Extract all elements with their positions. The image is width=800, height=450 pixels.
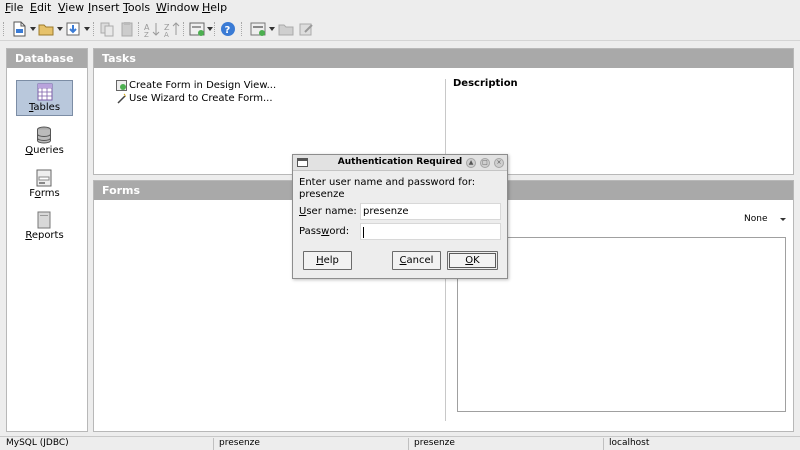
password-field[interactable]	[360, 223, 501, 240]
status-database: presenze	[213, 437, 260, 450]
status-connection-type: MySQL (JDBC)	[0, 437, 69, 450]
description-title: Description	[453, 78, 518, 89]
ok-button[interactable]: OK	[447, 251, 498, 270]
status-user: presenze	[408, 437, 455, 450]
minimize-icon[interactable]: ▲	[466, 158, 476, 168]
new-dropdown-arrow[interactable]	[30, 27, 36, 31]
menu-help[interactable]: Help	[202, 1, 227, 15]
menu-tools[interactable]: Tools	[123, 1, 150, 15]
toolbar: AZ ZA ?	[0, 17, 800, 41]
dialog-prompt: Enter user name and password for: presen…	[299, 177, 499, 201]
toolbar-separator	[93, 22, 95, 36]
open-folder-icon[interactable]	[37, 20, 55, 38]
save-dropdown-arrow[interactable]	[84, 27, 90, 31]
report-dropdown-arrow[interactable]	[269, 27, 275, 31]
cancel-button[interactable]: Cancel	[392, 251, 441, 270]
password-label: Password:	[299, 225, 349, 238]
report-icon	[36, 211, 52, 229]
chevron-down-icon[interactable]	[780, 218, 786, 221]
database-panel-header: Database	[7, 49, 87, 68]
nav-item-label: Tables	[17, 102, 72, 113]
menu-bar: File Edit View Insert Tools Window Help	[0, 0, 800, 16]
toolbar-grip[interactable]	[3, 22, 5, 36]
task-label: Use Wizard to Create Form...	[129, 93, 273, 104]
toolbar-separator	[183, 22, 185, 36]
task-label: Create Form in Design View...	[129, 80, 276, 91]
task-create-form-design-view[interactable]: Create Form in Design View...	[129, 79, 276, 92]
folder-icon[interactable]	[277, 20, 295, 38]
database-icon	[36, 126, 52, 144]
menu-insert[interactable]: Insert	[88, 1, 120, 15]
toolbar-separator	[214, 22, 216, 36]
edit-icon[interactable]	[297, 20, 315, 38]
sort-descending-icon[interactable]: ZA	[163, 20, 181, 38]
username-field[interactable]	[360, 203, 501, 220]
status-host: localhost	[603, 437, 649, 450]
nav-item-label: Queries	[16, 145, 73, 156]
form-dropdown-arrow[interactable]	[207, 27, 213, 31]
report-icon[interactable]	[249, 20, 267, 38]
username-label: User name:	[299, 205, 357, 218]
table-icon	[37, 83, 53, 101]
authentication-dialog: Authentication Required ▲ □ × Enter user…	[292, 154, 508, 279]
nav-item-tables[interactable]: Tables	[16, 80, 73, 116]
text-cursor	[363, 227, 364, 238]
maximize-icon[interactable]: □	[480, 158, 490, 168]
dialog-titlebar[interactable]: Authentication Required ▲ □ ×	[293, 155, 507, 171]
menu-file[interactable]: File	[5, 1, 23, 15]
menu-window[interactable]: Window	[156, 1, 199, 15]
nav-item-queries[interactable]: Queries	[16, 124, 73, 160]
preview-mode-select[interactable]: None	[744, 214, 767, 224]
menu-view[interactable]: View	[58, 1, 84, 15]
tasks-panel-header: Tasks	[94, 49, 793, 68]
status-bar: MySQL (JDBC) presenze presenze localhost	[0, 436, 800, 450]
svg-text:?: ?	[225, 25, 231, 36]
wand-icon	[116, 93, 127, 104]
database-panel: Database Tables Queries Forms Reports	[6, 48, 88, 432]
design-view-icon	[116, 80, 127, 91]
nav-item-label: Reports	[16, 230, 73, 241]
task-use-wizard[interactable]: Use Wizard to Create Form...	[129, 92, 273, 105]
sort-ascending-icon[interactable]: AZ	[143, 20, 161, 38]
paste-icon[interactable]	[118, 20, 136, 38]
toolbar-separator	[241, 22, 243, 36]
new-document-icon[interactable]	[10, 20, 28, 38]
toolbar-separator	[138, 22, 140, 36]
open-dropdown-arrow[interactable]	[57, 27, 63, 31]
help-button[interactable]: Help	[303, 251, 352, 270]
nav-item-forms[interactable]: Forms	[16, 167, 73, 203]
nav-item-reports[interactable]: Reports	[16, 209, 73, 245]
menu-edit[interactable]: Edit	[30, 1, 51, 15]
nav-item-label: Forms	[16, 188, 73, 199]
save-download-icon[interactable]	[64, 20, 82, 38]
help-icon[interactable]: ?	[219, 20, 237, 38]
svg-text:Z: Z	[144, 31, 149, 38]
close-icon[interactable]: ×	[494, 158, 504, 168]
form-icon	[36, 169, 52, 187]
svg-text:A: A	[164, 31, 169, 38]
form-icon[interactable]	[188, 20, 206, 38]
copy-icon[interactable]	[98, 20, 116, 38]
